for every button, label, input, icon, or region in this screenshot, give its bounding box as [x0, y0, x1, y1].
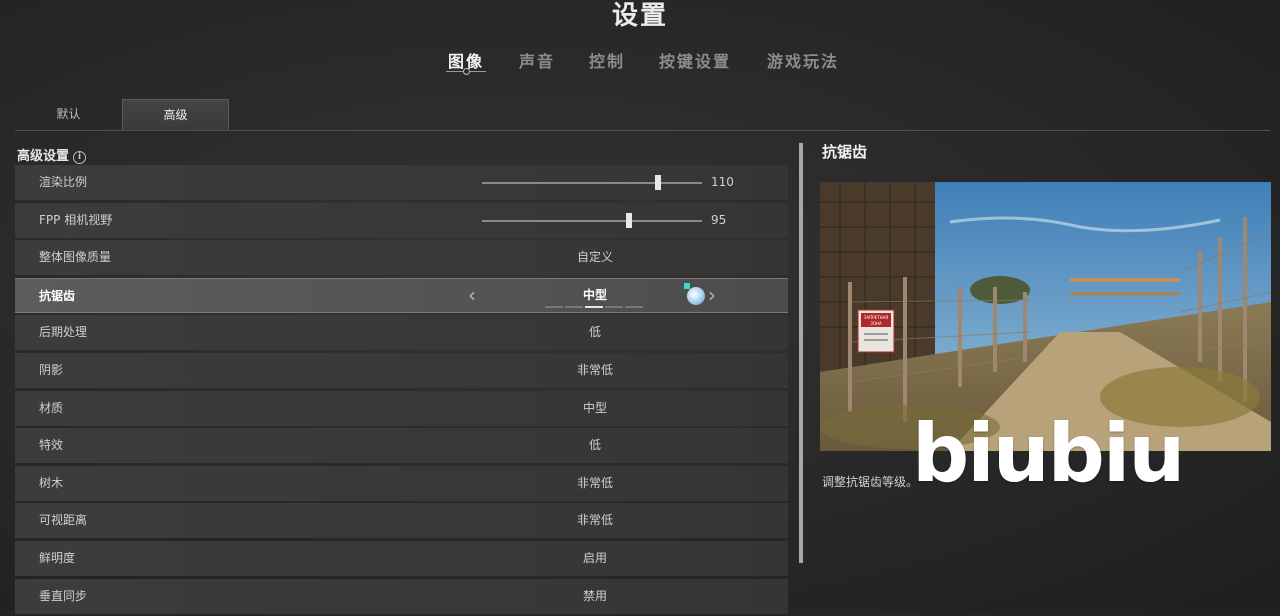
setting-value: 禁用 — [582, 588, 607, 603]
slider-value: 110 — [711, 175, 734, 189]
setting-row-shadows[interactable]: 阴影 非常低 — [15, 352, 788, 388]
setting-label: 可视距离 — [39, 513, 88, 528]
setting-label: 特效 — [39, 438, 64, 453]
main-tabs: 图像 声音 控制 按键设置 游戏玩法 — [0, 48, 1280, 75]
setting-row-textures[interactable]: 材质 中型 — [15, 390, 788, 426]
setting-row-effects[interactable]: 特效 低 — [15, 428, 788, 464]
subtab-default[interactable]: 默认 — [15, 99, 122, 130]
setting-value: 低 — [588, 438, 601, 453]
tab-graphics[interactable]: 图像 — [446, 48, 487, 75]
tab-sound[interactable]: 声音 — [519, 48, 555, 72]
settings-list: 渲染比例 110 FPP 相机视野 95 整体图像质量 自定义 抗锯齿 ‹ 中型… — [15, 165, 788, 616]
setting-row-fpp-fov[interactable]: FPP 相机视野 95 — [15, 202, 788, 238]
setting-label: 垂直同步 — [39, 588, 88, 603]
settings-scrollbar[interactable] — [799, 143, 803, 563]
active-tab-dot — [463, 68, 470, 75]
level-segment — [605, 305, 623, 308]
setting-row-vsync[interactable]: 垂直同步 禁用 — [15, 578, 788, 614]
setting-label: 阴影 — [39, 362, 64, 377]
setting-value: 自定义 — [576, 250, 613, 265]
level-segment — [585, 305, 603, 308]
detail-description: 调整抗锯齿等级。 — [822, 475, 919, 489]
fpp-fov-slider[interactable] — [482, 212, 702, 228]
tab-keybindings[interactable]: 按键设置 — [659, 48, 731, 72]
setting-value: 启用 — [582, 550, 607, 565]
setting-label: 鲜明度 — [39, 550, 76, 565]
setting-label: 材质 — [39, 400, 64, 415]
subtab-divider — [15, 130, 1270, 131]
sign-text-line-1: ЗАПРЕТНАЯ — [864, 315, 888, 320]
chevron-right-icon[interactable]: › — [708, 279, 716, 312]
setting-label: 渲染比例 — [39, 175, 88, 189]
render-scale-slider[interactable] — [482, 175, 702, 190]
detail-title: 抗锯齿 — [822, 143, 868, 161]
tab-control[interactable]: 控制 — [589, 48, 625, 72]
section-title-text: 高级设置 — [17, 149, 70, 164]
info-icon[interactable]: i — [73, 151, 87, 164]
setting-row-view-distance[interactable]: 可视距离 非常低 — [15, 503, 788, 539]
setting-label: 后期处理 — [39, 325, 88, 340]
setting-label: 树木 — [39, 475, 64, 490]
setting-row-anti-aliasing[interactable]: 抗锯齿 ‹ 中型 › — [15, 277, 788, 313]
setting-value: 中型 — [582, 400, 607, 415]
setting-row-foliage[interactable]: 树木 非常低 — [15, 465, 788, 501]
setting-value: 低 — [588, 325, 601, 340]
subtab-advanced[interactable]: 高级 — [122, 99, 229, 130]
slider-thumb[interactable] — [626, 212, 633, 228]
cursor-sprite-icon — [684, 282, 705, 305]
section-title: 高级设置 i — [17, 145, 87, 164]
setting-label: FPP 相机视野 — [39, 212, 113, 227]
setting-value: 非常低 — [576, 513, 613, 528]
setting-row-overall-quality[interactable]: 整体图像质量 自定义 — [15, 240, 788, 276]
chevron-left-icon[interactable]: ‹ — [468, 279, 476, 312]
slider-thumb[interactable] — [655, 175, 661, 190]
level-segment — [545, 305, 563, 308]
sign-text-line-2: ЗОНА — [870, 321, 882, 326]
setting-row-post-processing[interactable]: 后期处理 低 — [15, 315, 788, 351]
setting-row-sharpen[interactable]: 鲜明度 启用 — [15, 540, 788, 576]
setting-row-render-scale[interactable]: 渲染比例 110 — [15, 165, 788, 200]
slider-value: 95 — [711, 212, 727, 227]
level-segment — [565, 305, 583, 308]
page-title: 设置 — [611, 1, 668, 31]
setting-value: 非常低 — [576, 475, 613, 490]
tab-gameplay[interactable]: 游戏玩法 — [767, 48, 839, 72]
setting-label: 整体图像质量 — [39, 250, 112, 265]
level-segment — [625, 305, 643, 308]
watermark: biubiu — [912, 407, 1185, 500]
setting-value: 非常低 — [576, 362, 613, 377]
setting-label: 抗锯齿 — [39, 288, 76, 303]
level-indicator — [545, 305, 645, 308]
